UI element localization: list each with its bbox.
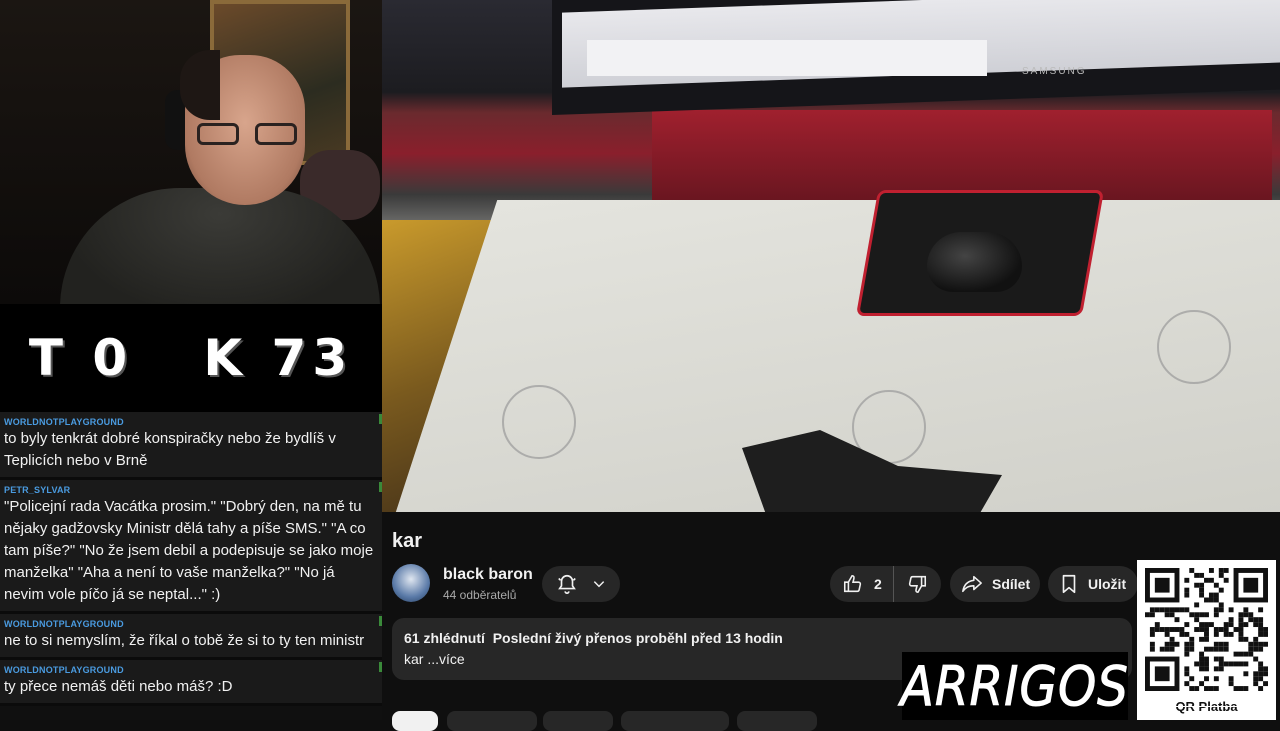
- chat-text: ty přece nemáš děti nebo máš? :D: [4, 678, 233, 695]
- chat-message: PETR_SYLVAR "Policejní rada Vacátka pros…: [0, 480, 382, 614]
- bookmark-icon: [1058, 573, 1080, 595]
- chat-marker: [379, 662, 382, 672]
- chat-marker: [379, 616, 382, 626]
- monitor-brand: SAMSUNG: [1022, 66, 1087, 77]
- video-player[interactable]: SAMSUNG: [382, 0, 1280, 512]
- chat-message: WORLDNOTPLAYGROUND ne to si nemyslím, že…: [0, 614, 382, 660]
- bell-icon: [556, 573, 578, 595]
- chat-text: to byly tenkrát dobré konspiračky nebo ž…: [4, 430, 336, 469]
- like-dislike-group: 2: [830, 566, 941, 602]
- notification-button[interactable]: [542, 566, 620, 602]
- counter-text: T 0 K 73: [28, 329, 354, 387]
- stream-info: Poslední živý přenos proběhl před 13 hod…: [492, 630, 783, 646]
- channel-name[interactable]: black baron: [443, 566, 533, 584]
- qr-payment: QR Platba: [1137, 560, 1276, 720]
- share-button[interactable]: Sdílet: [950, 566, 1040, 602]
- chat-username[interactable]: PETR_SYLVAR: [4, 484, 378, 496]
- filter-chip[interactable]: [737, 711, 817, 731]
- filter-chip[interactable]: [621, 711, 729, 731]
- view-count: 61 zhlédnutí: [404, 630, 485, 646]
- logo-text: ARRIGOS: [900, 654, 1130, 718]
- filter-chip[interactable]: [543, 711, 613, 731]
- glasses: [197, 123, 301, 149]
- description-text: kar: [404, 651, 424, 667]
- chevron-down-icon: [592, 577, 606, 591]
- chat-text: "Policejní rada Vacátka prosim." "Dobrý …: [4, 498, 374, 603]
- avatar[interactable]: [392, 564, 430, 602]
- save-button[interactable]: Uložit: [1048, 566, 1138, 602]
- thumbs-down-icon: [906, 573, 928, 595]
- chat-text: ne to si nemyslím, že říkal o tobě že si…: [4, 632, 365, 649]
- filter-chip[interactable]: [447, 711, 537, 731]
- monitor-taskbar: [587, 40, 987, 76]
- red-cloth: [652, 110, 1272, 200]
- gaming-mouse: [927, 232, 1022, 292]
- heart-coaster: [1157, 310, 1231, 384]
- chat-username[interactable]: WORLDNOTPLAYGROUND: [4, 618, 378, 630]
- thumbs-up-icon: [842, 573, 864, 595]
- filter-chip[interactable]: [392, 711, 438, 731]
- stream-counter: T 0 K 73: [0, 304, 382, 412]
- like-count: 2: [874, 576, 882, 592]
- qr-code: [1145, 568, 1268, 691]
- video-title: kar: [392, 530, 423, 552]
- chat-username[interactable]: WORLDNOTPLAYGROUND: [4, 416, 378, 428]
- share-icon: [960, 573, 984, 595]
- arrigos-logo: ARRIGOS: [900, 652, 1130, 720]
- dislike-button[interactable]: [894, 573, 940, 595]
- save-label: Uložit: [1088, 576, 1127, 592]
- description-line: kar ...více: [404, 651, 465, 667]
- heart-coaster: [502, 385, 576, 459]
- chat-message: WORLDNOTPLAYGROUND to byly tenkrát dobré…: [0, 412, 382, 480]
- qr-caption: QR Platba: [1137, 699, 1276, 714]
- chat-panel: WORLDNOTPLAYGROUND to byly tenkrát dobré…: [0, 412, 382, 720]
- more-link[interactable]: ...více: [427, 651, 464, 667]
- subscriber-count: 44 odběratelů: [443, 588, 517, 602]
- like-button[interactable]: 2: [830, 566, 894, 602]
- chat-username[interactable]: WORLDNOTPLAYGROUND: [4, 664, 378, 676]
- chat-message: WORLDNOTPLAYGROUND ty přece nemáš děti n…: [0, 660, 382, 706]
- share-label: Sdílet: [992, 576, 1031, 592]
- webcam-feed: [0, 0, 382, 304]
- description-stats: 61 zhlédnutí Poslední živý přenos proběh…: [404, 630, 783, 646]
